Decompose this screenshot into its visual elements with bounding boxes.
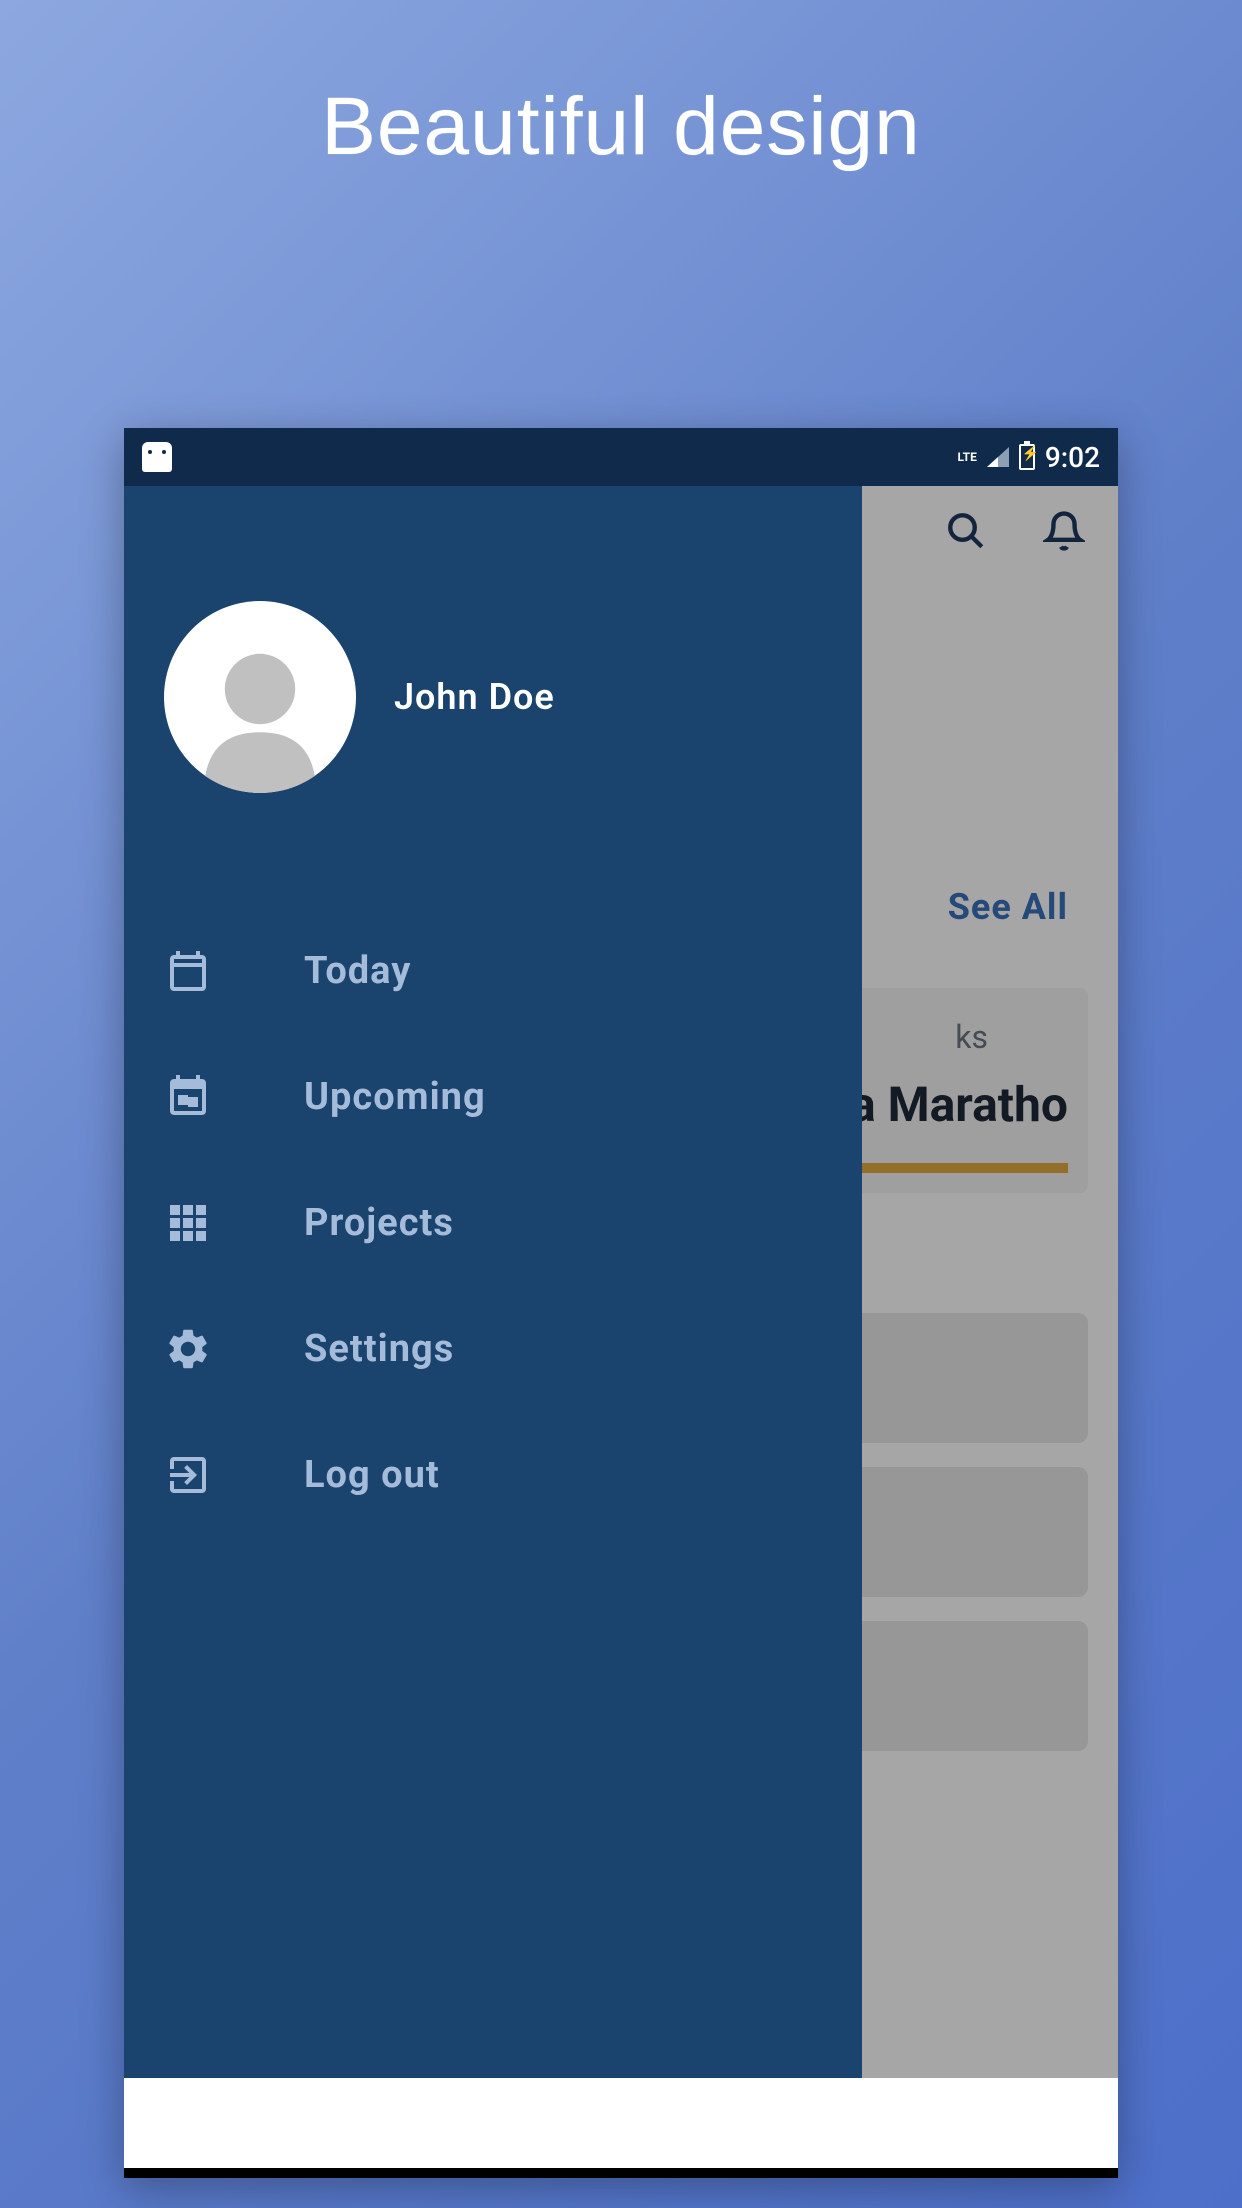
status-bar: LTE 9:02 (124, 428, 1118, 486)
username: John Doe (394, 676, 555, 718)
lte-icon: LTE (958, 450, 977, 464)
sidebar-item-settings[interactable]: Settings (164, 1301, 822, 1397)
promo-title: Beautiful design (0, 0, 1242, 174)
app-content: See All ks a Maratho (124, 486, 1118, 2078)
person-icon (180, 633, 340, 793)
gear-icon (164, 1325, 212, 1373)
status-time: 9:02 (1045, 441, 1100, 474)
sidebar-item-today[interactable]: Today (164, 923, 822, 1019)
nav-label: Settings (304, 1327, 454, 1371)
nav-label: Log out (304, 1453, 440, 1497)
calendar-today-icon (164, 947, 212, 995)
status-right: LTE 9:02 (958, 441, 1100, 474)
sidebar-item-logout[interactable]: Log out (164, 1427, 822, 1523)
status-left (142, 442, 172, 472)
battery-charging-icon (1019, 444, 1035, 470)
nav-label: Today (304, 949, 411, 993)
nav-list: Today Upcoming (164, 923, 822, 1523)
grid-icon (164, 1199, 212, 1247)
nav-label: Projects (304, 1201, 454, 1245)
avatar (164, 601, 356, 793)
sidebar-item-upcoming[interactable]: Upcoming (164, 1049, 822, 1145)
logout-icon (164, 1451, 212, 1499)
profile-section[interactable]: John Doe (164, 601, 822, 793)
calendar-event-icon (164, 1073, 212, 1121)
sidebar-item-projects[interactable]: Projects (164, 1175, 822, 1271)
nav-label: Upcoming (304, 1075, 486, 1119)
android-icon (142, 442, 172, 472)
device-frame: LTE 9:02 (124, 428, 1118, 2178)
signal-icon (987, 447, 1009, 467)
sidebar: John Doe Today (124, 486, 862, 2078)
